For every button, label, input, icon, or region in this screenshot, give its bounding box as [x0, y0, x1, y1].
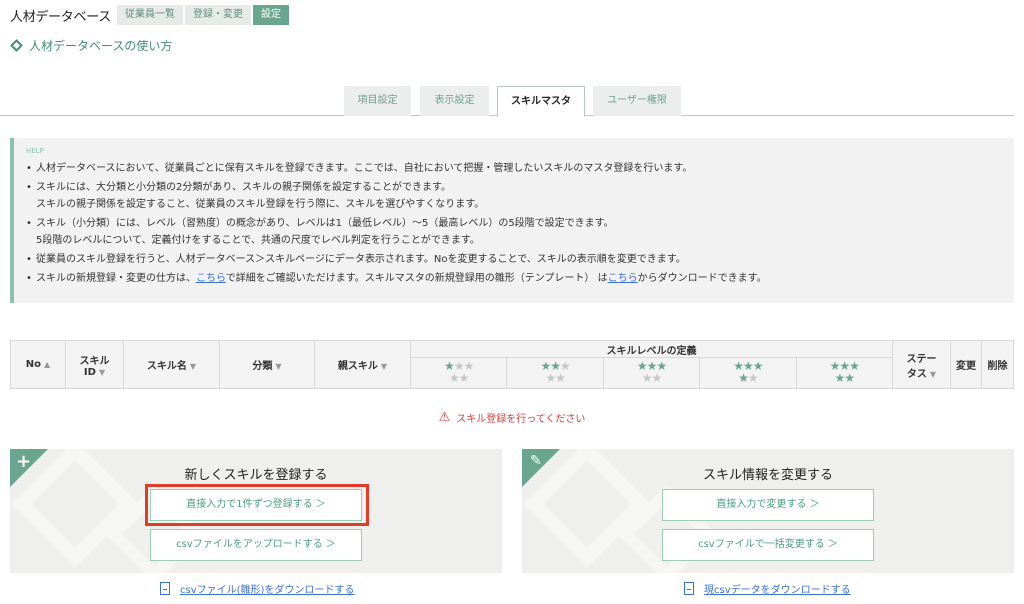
warning-icon: ⚠: [438, 410, 451, 425]
howto-link-label: 人材データベースの使い方: [29, 39, 173, 53]
help-manual-link[interactable]: こちら: [196, 273, 226, 284]
help-item: 人材データベースにおいて、従業員ごとに保有スキルを登録できます。ここでは、自社に…: [26, 160, 1014, 177]
nav-settings[interactable]: 設定: [252, 5, 289, 25]
help-box: HELP 人材データベースにおいて、従業員ごとに保有スキルを登録できます。ここで…: [10, 138, 1014, 303]
file-icon: [160, 582, 170, 595]
col-skill-id[interactable]: スキル ID ▼: [65, 340, 124, 389]
help-item: 従業員のスキル登録を行うと、人材データベース＞スキルページにデータ表示されます。…: [26, 251, 1014, 268]
level-5-stars: ★★★ ★★: [795, 357, 894, 389]
sort-asc-icon: ▲: [44, 360, 51, 369]
settings-tabs: 項目設定 表示設定 スキルマスタ ユーザー権限: [0, 86, 1014, 117]
help-template-link[interactable]: こちら: [608, 273, 638, 284]
tab-display-settings[interactable]: 表示設定: [420, 86, 489, 116]
level-2-stars: ★★★ ★★: [506, 357, 604, 389]
level-3-stars: ★★★ ★★: [602, 357, 701, 389]
col-delete: 削除: [981, 340, 1014, 389]
help-item: スキルには、大分類と小分類の2分類があり、スキルの親子関係を設定することができま…: [26, 179, 1014, 213]
nav-employee-list[interactable]: 従業員一覧: [116, 5, 183, 25]
new-skill-title: 新しくスキルを登録する: [184, 468, 328, 483]
direct-edit-button[interactable]: 直接入力で変更する ＞: [662, 489, 874, 521]
col-no[interactable]: No ▲: [10, 340, 66, 389]
col-status[interactable]: ステー タス ▼: [892, 340, 951, 389]
nav-register-edit[interactable]: 登録・変更: [184, 5, 251, 25]
edit-skill-panel: ✎ スキル情報を変更する 直接入力で変更する ＞ csvファイルで一括変更する …: [522, 449, 1014, 573]
edit-skill-title: スキル情報を変更する: [702, 468, 833, 483]
current-csv-download-link[interactable]: 現csvデータをダウンロードする: [684, 581, 851, 596]
col-category[interactable]: 分類 ▼: [219, 340, 315, 389]
help-list: 人材データベースにおいて、従業員ごとに保有スキルを登録できます。ここでは、自社に…: [26, 160, 1014, 287]
file-icon: [684, 582, 694, 595]
tab-item-settings[interactable]: 項目設定: [344, 86, 411, 116]
app-title: 人材データベース: [10, 9, 111, 25]
diamond-icon: [10, 39, 23, 52]
help-item: スキル（小分類）には、レベル（習熟度）の概念があり、レベルは1（最低レベル）〜5…: [26, 215, 1014, 249]
new-skill-panel: + 新しくスキルを登録する 直接入力で1件ずつ登録する ＞ csvファイルをアッ…: [10, 449, 502, 573]
sort-desc-icon: ▼: [98, 367, 106, 377]
highlight-box: [145, 484, 369, 526]
level-1-stars: ★★★ ★★: [409, 357, 508, 389]
sort-desc-icon: ▼: [189, 362, 197, 371]
tab-skill-master[interactable]: スキルマスタ: [497, 86, 585, 117]
col-level-definition: スキルレベルの定義: [410, 340, 893, 358]
help-tag: HELP: [26, 147, 44, 155]
csv-upload-button[interactable]: csvファイルをアップロードする ＞: [150, 529, 362, 561]
tab-user-permissions[interactable]: ユーザー権限: [593, 86, 681, 116]
col-parent-skill[interactable]: 親スキル ▼: [314, 340, 411, 389]
top-header: 人材データベース 従業員一覧 登録・変更 設定: [10, 5, 291, 25]
howto-link[interactable]: 人材データベースの使い方: [10, 37, 173, 54]
col-edit: 変更: [950, 340, 982, 389]
top-nav: 従業員一覧 登録・変更 設定: [116, 5, 291, 25]
warning-message: ⚠ スキル登録を行ってください: [0, 410, 1024, 425]
skill-table: No ▲ スキル ID ▼ スキル名 ▼ 分類 ▼ 親スキル ▼ スキルレベルの定義 ステー…: [10, 340, 1014, 389]
csv-bulk-edit-button[interactable]: csvファイルで一括変更する ＞: [662, 529, 874, 561]
sort-desc-icon: ▼: [380, 362, 388, 371]
template-download-link[interactable]: csvファイル(雛形)をダウンロードする: [160, 581, 354, 596]
sort-desc-icon: ▼: [275, 362, 282, 371]
help-item: スキルの新規登録・変更の仕方は、こちらで詳細をご確認いただけます。スキルマスタの…: [26, 270, 1014, 287]
warning-text: スキル登録を行ってください: [456, 414, 586, 425]
level-4-stars: ★★★ ★★: [699, 357, 797, 389]
sort-desc-icon: ▼: [929, 369, 937, 379]
col-skill-name[interactable]: スキル名 ▼: [123, 340, 220, 389]
